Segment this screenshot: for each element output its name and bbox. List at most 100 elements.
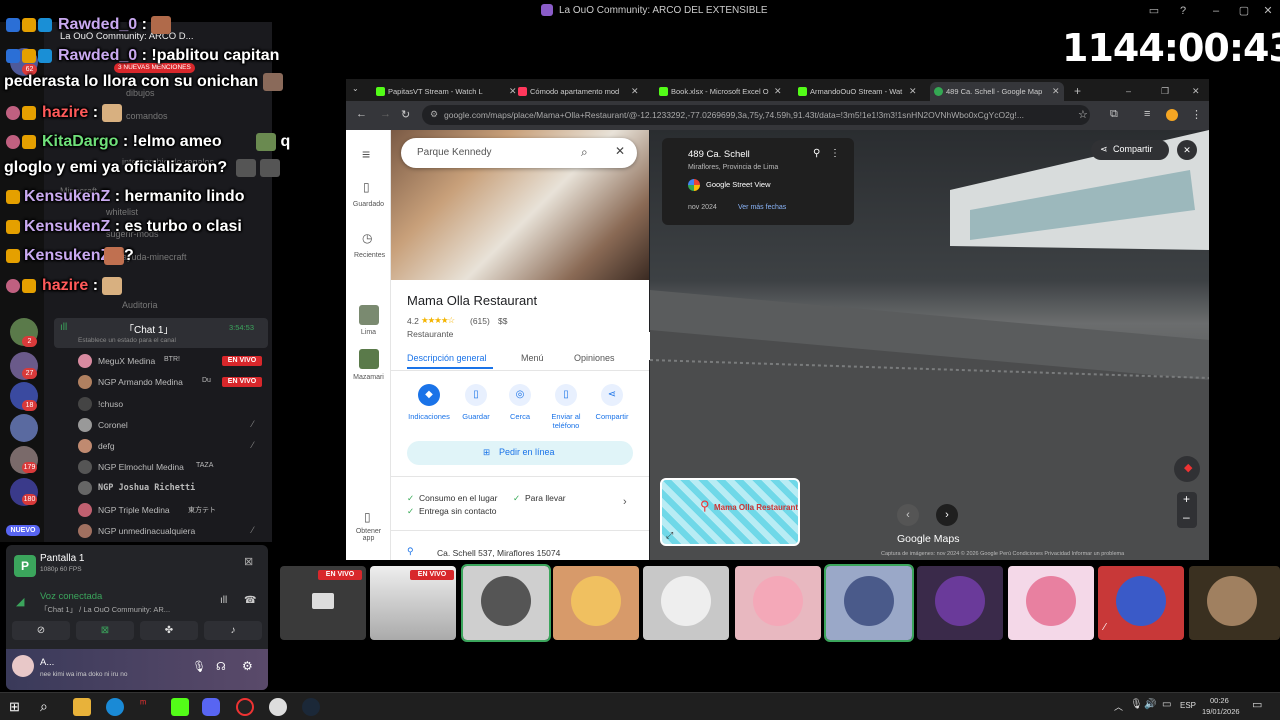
participant-tile[interactable] [643,566,729,640]
clock-time[interactable]: 00:26 [1210,696,1229,705]
tab-overview[interactable]: Descripción general [407,353,487,363]
restore-browser-button[interactable]: ❐ [1161,82,1169,101]
nav-recents-label[interactable]: Recientes [346,252,391,259]
maximize-button[interactable]: ▢ [1236,3,1252,19]
settings-gear-icon[interactable]: ⚙ [242,659,253,673]
saved-icon[interactable]: ▯ [363,180,370,194]
participant-tile[interactable]: ⁄ [1098,566,1184,640]
action-share[interactable]: Compartir [588,412,636,421]
camera-off-button[interactable]: ⊘ [12,621,70,640]
tab-apartamento[interactable]: Cómodo apartamento mod [514,82,628,101]
back-icon[interactable]: ← [356,108,367,120]
app-icon[interactable]: ᵐ [140,698,146,710]
send-to-phone-icon[interactable]: ▯ [555,384,577,406]
soundboard-button[interactable]: ♪ [204,621,262,640]
expand-map-icon[interactable]: ⤢ [666,530,673,541]
volume-icon[interactable]: 🔊 [1144,699,1156,710]
stream-tile[interactable]: EN VIVO [370,566,456,640]
close-browser-button[interactable]: ✕ [1192,82,1200,101]
share-icon[interactable]: ⋖ [601,384,623,406]
clear-search-icon[interactable]: ✕ [615,144,625,158]
directions-icon[interactable]: ◆ [418,384,440,406]
action-nearby[interactable]: Cerca [496,412,544,421]
more-dates-link[interactable]: Ver más fechas [738,204,786,211]
close-streetview-button[interactable]: ✕ [1177,140,1197,160]
zoom-in-button[interactable]: + [1183,492,1190,506]
new-tab-icon[interactable]: + [1074,82,1081,101]
participant-tile[interactable] [1008,566,1094,640]
edge-icon[interactable] [106,698,124,716]
url-input[interactable]: google.com/maps/place/Mama+Olla+Restaura… [422,105,1090,125]
next-image-button[interactable]: › [936,504,958,526]
action-send-to-phone[interactable]: Enviar al teléfono [542,412,590,430]
zoom-out-button[interactable]: – [1183,510,1190,524]
obs-icon[interactable] [236,698,254,716]
street-view[interactable]: 489 Ca. Schell Miraflores, Provincia de … [650,130,1209,560]
disconnect-icon[interactable]: ☎ [244,595,256,606]
voice-user-name[interactable]: NGP Elmochul Medina [98,462,184,472]
prev-image-button[interactable]: ‹ [897,504,919,526]
hamburger-icon[interactable]: ≡ [362,146,370,162]
avatar[interactable] [12,655,34,677]
stop-stream-icon[interactable]: ⊠ [244,555,253,568]
extensions-icon[interactable]: ⧉ [1110,108,1118,121]
close-button[interactable]: ✕ [1260,3,1276,19]
screen-icon[interactable]: ▭ [1146,3,1162,19]
action-directions[interactable]: Indicaciones [405,412,453,421]
tab-close-icon[interactable]: ✕ [909,82,917,101]
voice-user-name[interactable]: !chuso [98,399,123,409]
notifications-icon[interactable]: ▭ [1252,698,1262,711]
tray-chevron-icon[interactable]: ︿ [1114,700,1123,713]
search-input[interactable]: Parque Kennedy [401,138,637,168]
voice-user-name[interactable]: NGP Triple Medina [98,505,170,515]
site-info-icon[interactable]: ⚙ [430,109,438,120]
history-icon[interactable]: ◷ [362,231,372,245]
server-icon[interactable] [10,414,38,442]
streetview-address[interactable]: 489 Ca. Schell [688,149,750,160]
channel-whitelist[interactable]: whitelist [106,207,138,217]
tab-menu[interactable]: Menú [521,353,544,363]
windows-start-icon[interactable]: ⊞ [9,699,20,715]
stream-tile[interactable]: EN VIVO [280,566,366,640]
network-icon[interactable]: ▭ [1162,699,1171,710]
share-screen-button[interactable]: ⊠ [76,621,134,640]
tab-google-maps[interactable]: 489 Ca. Schell - Google Map [930,82,1064,101]
headphones-icon[interactable]: ☊ [216,660,226,673]
app-icon[interactable] [269,698,287,716]
clock-date[interactable]: 19/01/2026 [1202,707,1240,716]
profile-avatar[interactable] [1166,109,1178,121]
voice-connected-subtitle[interactable]: 「Chat 1」 / La OuO Community: AR... [40,604,170,615]
noise-suppression-icon[interactable]: ıll [220,595,227,606]
participant-tile[interactable] [553,566,639,640]
tab-reviews[interactable]: Opiniones [574,353,615,363]
nav-lima-label[interactable]: Lima [346,329,391,336]
bookmark-star-icon[interactable]: ☆ [1078,108,1088,121]
place-category[interactable]: Restaurante [407,329,453,339]
help-icon[interactable]: ? [1175,3,1191,19]
more-options-icon[interactable]: ⋮ [830,148,840,159]
media-icon[interactable]: ≡ [1144,108,1150,120]
mazamari-thumbnail[interactable] [359,349,379,369]
reload-icon[interactable]: ↻ [401,108,410,121]
tab-papitas[interactable]: PapitasVT Stream - Watch L [372,82,506,101]
tab-excel[interactable]: Book.xlsx - Microsoft Excel O [655,82,771,101]
voice-user-name[interactable]: NGP Joshua Richetti [98,483,195,493]
voice-user-name[interactable]: NGP unmedinacualquiera [98,526,195,536]
search-icon[interactable]: ⌕ [581,145,588,160]
voice-user-name[interactable]: defg [98,441,115,451]
chevron-right-icon[interactable]: › [623,496,627,508]
participant-tile[interactable] [1189,566,1280,640]
tab-close-icon[interactable]: ✕ [774,82,782,101]
place-address[interactable]: Ca. Schell 537, Miraflores 15074 [437,548,560,558]
file-explorer-icon[interactable] [73,698,91,716]
participant-tile[interactable] [917,566,1003,640]
nav-mazamari-label[interactable]: Mazamari [346,374,391,381]
voice-user-name[interactable]: MeguX Medina [98,356,155,366]
discord-icon[interactable] [202,698,220,716]
voice-status-placeholder[interactable]: Establece un estado para el canal [78,337,176,344]
phone-icon[interactable]: ▯ [364,510,371,524]
tab-armando[interactable]: ArmandoOuO Stream - Wat [794,82,906,101]
action-save[interactable]: Guardar [452,412,500,421]
language-indicator[interactable]: ESP [1180,701,1196,710]
nav-get-app-label[interactable]: Obtener app [346,528,391,542]
